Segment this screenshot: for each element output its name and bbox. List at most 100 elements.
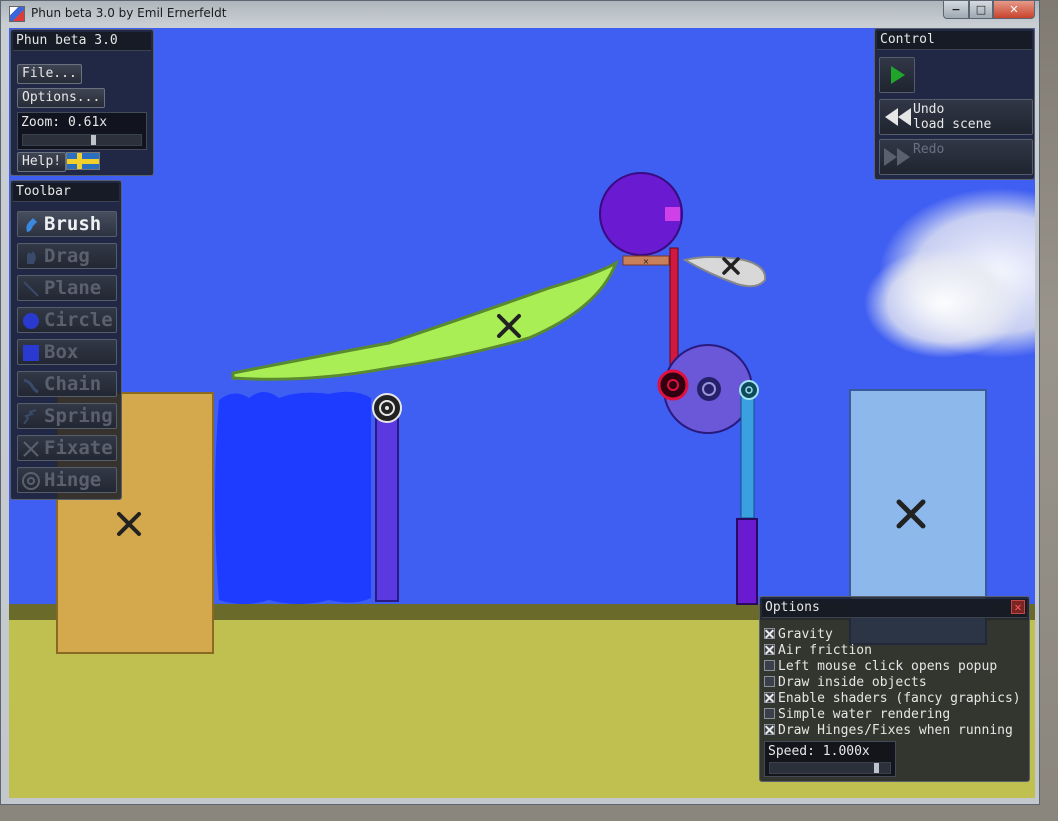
- play-icon: [891, 66, 905, 84]
- teal-hinge-marker[interactable]: [739, 380, 759, 400]
- zoom-control: Zoom: 0.61x: [17, 112, 147, 150]
- hand-icon: [22, 248, 40, 266]
- tool-spring-button[interactable]: Spring: [17, 403, 117, 429]
- tool-label: Brush: [44, 213, 102, 235]
- circle-icon: [22, 312, 40, 330]
- option-row[interactable]: Gravity: [764, 627, 833, 643]
- option-label: Simple water rendering: [778, 707, 951, 722]
- swedish-flag-icon[interactable]: [66, 152, 100, 170]
- undo-detail-label: load scene: [913, 117, 992, 132]
- option-label: Draw inside objects: [778, 675, 927, 690]
- box-icon: [22, 344, 40, 362]
- zoom-slider-knob[interactable]: [91, 135, 96, 145]
- close-window-button[interactable]: ✕: [993, 1, 1035, 19]
- window-title: Phun beta 3.0 by Emil Ernerfeldt: [31, 6, 227, 20]
- option-label: Air friction: [778, 643, 872, 658]
- play-button[interactable]: [879, 57, 915, 93]
- tool-label: Box: [44, 341, 79, 363]
- toolbar-title: Toolbar: [13, 183, 119, 202]
- option-checkbox[interactable]: [764, 676, 775, 687]
- maximize-button[interactable]: □: [969, 1, 993, 19]
- tool-box-button[interactable]: Box: [17, 339, 117, 365]
- speed-slider[interactable]: [769, 762, 891, 774]
- speed-control: Speed: 1.000x: [764, 741, 896, 777]
- redo-label: Redo: [913, 142, 945, 157]
- control-title: Control: [877, 31, 1032, 50]
- options-close-button[interactable]: ✕: [1011, 600, 1025, 614]
- option-checkbox[interactable]: [764, 692, 775, 703]
- help-button[interactable]: Help!: [17, 152, 67, 172]
- wheel-hinge[interactable]: [697, 377, 721, 401]
- svg-text:×: ×: [643, 257, 650, 266]
- tool-label: Drag: [44, 245, 90, 267]
- option-label: Enable shaders (fancy graphics): [778, 691, 1021, 706]
- toolbar-panel: Toolbar Brush Drag Plane Circle Box Chain Spri…: [10, 180, 122, 500]
- main-panel-title: Phun beta 3.0: [13, 32, 151, 51]
- options-button[interactable]: Options...: [17, 88, 106, 108]
- option-label: Draw Hinges/Fixes when running: [778, 723, 1013, 738]
- title-bar[interactable]: Phun beta 3.0 by Emil Ernerfeldt − □ ✕: [1, 1, 1041, 27]
- close-icon: ✕: [1009, 3, 1019, 16]
- option-row[interactable]: Air friction: [764, 643, 872, 659]
- undo-button[interactable]: Undo load scene: [879, 99, 1033, 135]
- maximize-icon: □: [975, 3, 987, 16]
- tool-label: Plane: [44, 277, 102, 299]
- app-icon: [9, 6, 25, 22]
- tool-label: Chain: [44, 373, 102, 395]
- option-checkbox[interactable]: [764, 660, 775, 671]
- fast-forward-icon: [884, 148, 910, 166]
- fixate-icon: [22, 440, 40, 458]
- option-checkbox[interactable]: [764, 708, 775, 719]
- tool-label: Hinge: [44, 469, 102, 491]
- cloud-puff: [864, 248, 1024, 358]
- redo-button[interactable]: Redo: [879, 139, 1033, 175]
- minimize-button[interactable]: −: [943, 1, 969, 19]
- chain-icon: [22, 376, 40, 394]
- main-panel: Phun beta 3.0 File... Options... Zoom: 0…: [10, 29, 154, 176]
- purple-post[interactable]: [736, 518, 758, 605]
- plane-icon: [22, 280, 40, 298]
- option-row[interactable]: Simple water rendering: [764, 707, 950, 723]
- hinge-icon: [22, 472, 40, 490]
- tool-brush-button[interactable]: Brush: [17, 211, 117, 237]
- option-row[interactable]: Draw inside objects: [764, 675, 927, 691]
- speed-label: Speed: 1.000x: [768, 744, 870, 759]
- tool-label: Fixate: [44, 437, 113, 459]
- water-body[interactable]: [215, 391, 371, 604]
- options-title: Options: [762, 599, 1027, 618]
- tool-hinge-button[interactable]: Hinge: [17, 467, 117, 493]
- option-checkbox[interactable]: [764, 628, 775, 639]
- control-panel: Control Undo load scene Redo: [874, 28, 1035, 180]
- simulation-canvas[interactable]: × Phun beta 3.0 File... Options... Zoom:…: [9, 28, 1035, 798]
- option-label: Gravity: [778, 627, 833, 642]
- option-checkbox[interactable]: [764, 724, 775, 735]
- zoom-slider[interactable]: [22, 134, 142, 146]
- tool-drag-button[interactable]: Drag: [17, 243, 117, 269]
- tool-label: Circle: [44, 309, 113, 331]
- speed-slider-knob[interactable]: [874, 763, 879, 773]
- option-row[interactable]: Left mouse click opens popup: [764, 659, 997, 675]
- hinge-marker[interactable]: [372, 393, 402, 423]
- undo-label: Undo: [913, 102, 945, 117]
- option-row[interactable]: Enable shaders (fancy graphics): [764, 691, 1021, 707]
- option-checkbox[interactable]: [764, 644, 775, 655]
- minimize-icon: −: [951, 3, 961, 16]
- file-button[interactable]: File...: [17, 64, 82, 84]
- green-leaf-shape[interactable]: [231, 259, 619, 381]
- tool-label: Spring: [44, 405, 113, 427]
- zoom-label: Zoom: 0.61x: [21, 115, 108, 130]
- app-window: Phun beta 3.0 by Emil Ernerfeldt − □ ✕ ×…: [0, 0, 1040, 805]
- tool-chain-button[interactable]: Chain: [17, 371, 117, 397]
- red-hinge-marker[interactable]: [657, 369, 689, 401]
- purple-pillar[interactable]: [375, 407, 399, 602]
- brush-icon: [22, 216, 40, 234]
- tool-circle-button[interactable]: Circle: [17, 307, 117, 333]
- cyan-rod[interactable]: [740, 387, 755, 519]
- ball-marker: [665, 207, 680, 221]
- rewind-icon: [885, 108, 911, 126]
- spring-icon: [22, 408, 40, 426]
- options-panel: Options ✕ Gravity Air friction Left mouse …: [759, 596, 1030, 782]
- tool-fixate-button[interactable]: Fixate: [17, 435, 117, 461]
- option-row[interactable]: Draw Hinges/Fixes when running: [764, 723, 1013, 739]
- tool-plane-button[interactable]: Plane: [17, 275, 117, 301]
